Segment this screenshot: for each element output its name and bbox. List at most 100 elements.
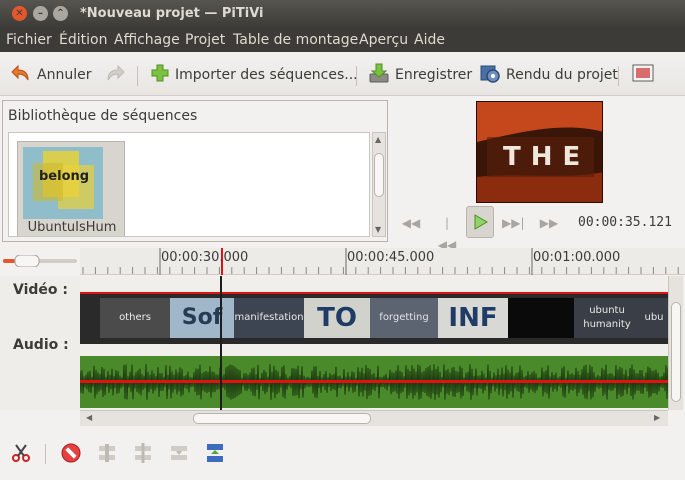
- scroll-down-icon[interactable]: ▼: [375, 225, 381, 234]
- toolbar-separator: [137, 66, 138, 86]
- timeline-vertical-scrollbar[interactable]: [668, 276, 683, 410]
- timeline-area[interactable]: others Sof manifestation TO forgetting I…: [80, 276, 668, 410]
- redo-arrow-icon: [104, 63, 126, 87]
- play-button[interactable]: [466, 206, 494, 238]
- previous-frame-button[interactable]: |◀◀: [436, 212, 458, 252]
- plus-icon: [150, 63, 170, 87]
- menu-edition[interactable]: Édition: [59, 32, 107, 48]
- video-track[interactable]: others Sof manifestation TO forgetting I…: [80, 294, 668, 344]
- clip-library-panel: Bibliothèque de séquences belong UbuntuI…: [2, 100, 388, 242]
- ruler-label: 00:00:30.000: [161, 250, 249, 265]
- audio-track[interactable]: [80, 356, 668, 408]
- scroll-up-icon[interactable]: ▲: [375, 135, 381, 144]
- unlink-icon: [135, 443, 151, 463]
- rewind-icon: ◀◀: [401, 216, 421, 230]
- video-viewer: THE: [476, 101, 603, 203]
- video-thumbnail: ubu: [640, 298, 668, 338]
- link-icon: [99, 444, 115, 462]
- zoom-slider[interactable]: [3, 254, 77, 268]
- align-clips-button[interactable]: [204, 442, 226, 464]
- undo-label: Annuler: [37, 67, 92, 83]
- close-icon: ✕: [15, 8, 24, 19]
- main-toolbar: Annuler Importer des séquences... Enregi…: [0, 52, 685, 96]
- video-thumbnail: manifestation: [234, 298, 304, 338]
- video-thumbnail: ubuntu humanity: [574, 298, 640, 338]
- align-icon: [207, 444, 223, 462]
- undo-button[interactable]: Annuler: [10, 63, 91, 87]
- video-thumbnail: INF: [438, 298, 508, 338]
- minimize-window-button[interactable]: –: [33, 6, 48, 21]
- play-icon: [474, 214, 488, 230]
- timeline-vertical-scroll-thumb[interactable]: [671, 302, 681, 402]
- scroll-left-icon[interactable]: ◀: [86, 413, 92, 422]
- link-clips-button[interactable]: [96, 442, 118, 464]
- menu-affichage[interactable]: Affichage: [114, 32, 180, 48]
- no-entry-icon: [61, 443, 81, 463]
- redo-button[interactable]: [104, 63, 131, 87]
- menu-apercu[interactable]: Aperçu: [359, 32, 408, 48]
- undo-arrow-icon: [10, 63, 32, 87]
- skip-back-icon: |◀◀: [437, 216, 457, 252]
- toolbar-separator: [45, 444, 46, 464]
- video-thumbnail: others: [100, 298, 170, 338]
- clip-thumbnail-text: belong: [39, 169, 90, 184]
- fullscreen-icon: [632, 63, 654, 87]
- library-clip-area[interactable]: belong UbuntuIsHum: [8, 132, 370, 237]
- unlink-clips-button[interactable]: [132, 442, 154, 464]
- import-button[interactable]: Importer des séquences...: [150, 63, 358, 87]
- video-thumbnail: Sof: [170, 298, 234, 338]
- save-download-icon: [368, 62, 390, 88]
- group-clips-button[interactable]: [168, 442, 190, 464]
- close-window-button[interactable]: ✕: [12, 6, 27, 21]
- rewind-button[interactable]: ◀◀: [400, 212, 422, 234]
- fast-forward-button[interactable]: ▶▶: [538, 212, 560, 234]
- track-labels-column: Vidéo : Audio :: [0, 276, 80, 410]
- menubar: Fichier Édition Affichage Projet Table d…: [0, 28, 685, 52]
- toolbar-separator: [618, 66, 619, 86]
- menu-projet[interactable]: Projet: [185, 32, 225, 48]
- library-title: Bibliothèque de séquences: [8, 108, 198, 124]
- timeline-ruler[interactable]: 00:00:30.000 00:00:45.000 00:01:00.000: [80, 248, 685, 275]
- timeline-horizontal-scroll-thumb[interactable]: [193, 413, 371, 424]
- library-scrollbar[interactable]: ▲ ▼: [372, 132, 386, 237]
- playhead[interactable]: [220, 276, 222, 410]
- split-clip-button[interactable]: [10, 442, 32, 464]
- fast-forward-icon: ▶▶: [539, 216, 559, 230]
- timeline-horizontal-scrollbar[interactable]: ◀ ▶: [80, 410, 668, 426]
- menu-aide[interactable]: Aide: [414, 32, 445, 48]
- menu-table-de-montage[interactable]: Table de montage: [233, 32, 358, 48]
- clip-label: UbuntuIsHum: [27, 220, 117, 235]
- video-thumbnail: [508, 298, 574, 338]
- scroll-right-icon[interactable]: ▶: [654, 413, 660, 422]
- render-label: Rendu du projet: [506, 67, 618, 83]
- viewer-frame-text: THE: [503, 142, 591, 172]
- minimize-icon: –: [38, 8, 43, 19]
- library-clip[interactable]: belong UbuntuIsHum: [17, 141, 125, 236]
- toolbar-separator: [356, 66, 357, 86]
- save-label: Enregistrer: [395, 67, 473, 83]
- group-icon: [171, 446, 187, 460]
- save-button[interactable]: Enregistrer: [368, 63, 472, 87]
- audio-track-label: Audio :: [13, 337, 69, 353]
- maximize-icon: ⌃: [56, 8, 65, 19]
- timeline-toolbar: [0, 436, 685, 470]
- fullscreen-button[interactable]: [632, 63, 659, 87]
- menu-fichier[interactable]: Fichier: [6, 32, 52, 48]
- video-thumbnail: forgetting: [370, 298, 438, 338]
- library-scroll-thumb[interactable]: [374, 153, 384, 197]
- video-track-label: Vidéo :: [13, 282, 68, 298]
- audio-volume-line: [80, 380, 668, 383]
- skip-forward-icon: ▶▶|: [502, 216, 525, 230]
- render-button[interactable]: Rendu du projet: [479, 63, 618, 87]
- scissors-icon: [12, 444, 30, 462]
- ruler-label: 00:00:45.000: [347, 250, 435, 265]
- import-label: Importer des séquences...: [175, 67, 358, 83]
- window-titlebar: ✕ – ⌃ *Nouveau projet — PiTiVi: [0, 0, 685, 28]
- video-thumbnail: TO: [304, 298, 370, 338]
- maximize-window-button[interactable]: ⌃: [53, 6, 68, 21]
- timecode-display: 00:00:35.121: [578, 215, 672, 230]
- next-frame-button[interactable]: ▶▶|: [502, 212, 525, 234]
- window-title: *Nouveau projet — PiTiVi: [80, 6, 264, 21]
- gear-film-icon: [479, 62, 501, 88]
- delete-clip-button[interactable]: [60, 442, 82, 464]
